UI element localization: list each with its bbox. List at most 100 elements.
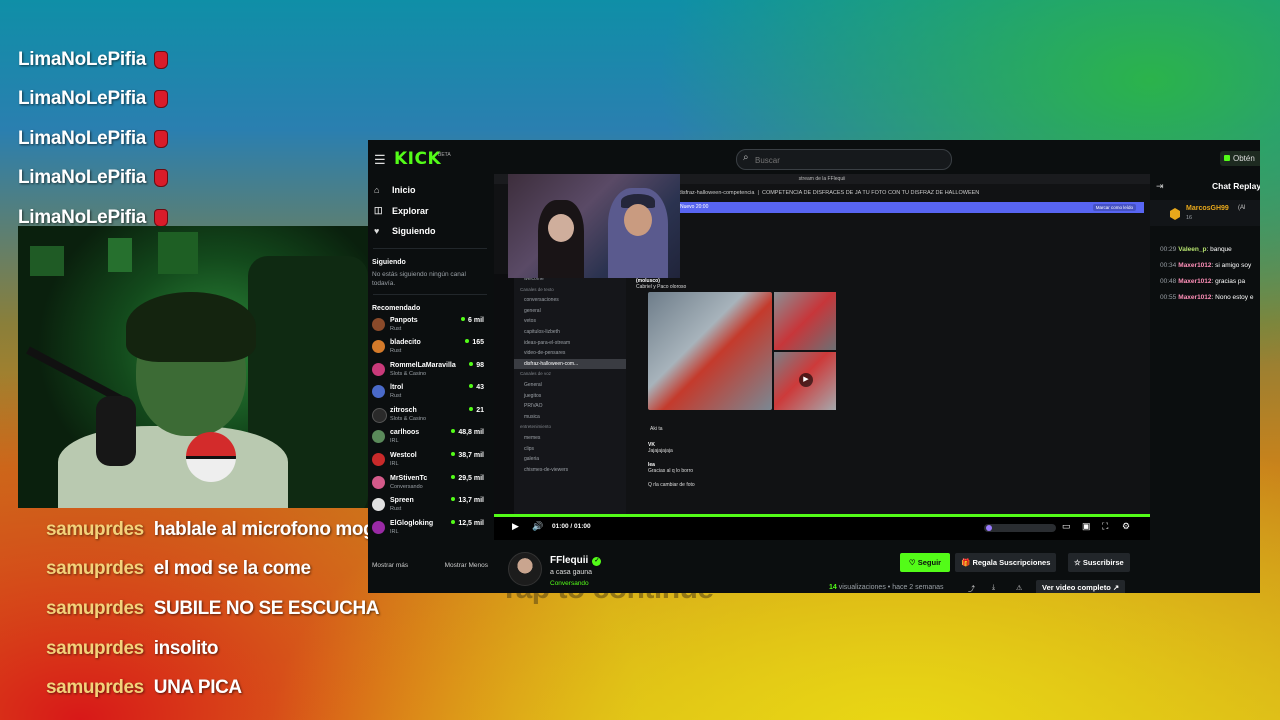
- pinned-extra: (Al: [1238, 205, 1246, 211]
- recommended-channel[interactable]: carlhoos IRL 48,8 mil: [368, 426, 492, 449]
- play-icon[interactable]: ▶: [512, 521, 519, 532]
- nav-item-inicio[interactable]: ⌂ Inicio: [368, 180, 492, 201]
- msg-time: 00:55: [1160, 294, 1177, 301]
- home-icon: ⌂: [374, 185, 380, 196]
- overlay-name-row: LimaNoLePifia: [18, 119, 169, 159]
- search-input[interactable]: [753, 152, 947, 168]
- player-controls: ▶ 🔊 01:00 / 01:00 ▭ ▣ ⛶ ⚙: [494, 518, 1150, 538]
- stream-category[interactable]: Conversando: [550, 580, 589, 587]
- nav-item-explorar[interactable]: ◫ Explorar: [368, 201, 492, 222]
- kick-logo[interactable]: KICK: [394, 149, 441, 169]
- facecam-inset: [508, 174, 680, 278]
- download-icon[interactable]: ⤓: [992, 584, 995, 592]
- full-video-button[interactable]: Ver video completo ↗: [1036, 580, 1126, 593]
- msg-user[interactable]: Valeen_p: [1178, 246, 1206, 253]
- channel-name: Spreen: [390, 497, 414, 505]
- views-meta: 14 visualizaciones • hace 2 semanas: [829, 584, 944, 591]
- lips-emote-icon: [154, 50, 169, 69]
- miniplayer-icon[interactable]: ▣: [1082, 521, 1091, 532]
- overlay-chat-line: samuprdes SUBILE NO SE ESCUCHA: [46, 589, 395, 629]
- lips-emote-icon: [154, 129, 169, 148]
- channel-avatar[interactable]: [508, 552, 542, 586]
- obten-button[interactable]: Obtén: [1220, 151, 1260, 166]
- discord-server-list: [494, 274, 514, 514]
- discord-channel: vetos: [524, 318, 536, 325]
- discord-category: Canales de voz: [520, 371, 552, 377]
- msg-user[interactable]: Maxer1012: [1178, 294, 1211, 301]
- recommended-channel[interactable]: bladecito Rust 165: [368, 336, 492, 359]
- discord-channel-bar: # disfraz-halloween-competencia | COMPET…: [674, 190, 980, 196]
- channel-viewers: 165: [465, 339, 484, 346]
- channel-name[interactable]: FFlequii: [550, 555, 588, 566]
- following-empty-note: No estás siguiendo ningún canal todavía.: [372, 270, 466, 287]
- video-progress-bar[interactable]: [494, 514, 1150, 517]
- theater-mode-icon[interactable]: ▭: [1062, 521, 1071, 532]
- quality-slider[interactable]: [984, 524, 1056, 532]
- channel-category: IRL: [390, 528, 399, 535]
- subscribe-button[interactable]: ☆ Suscribirse: [1068, 553, 1130, 572]
- overlay-username: LimaNoLePifia: [18, 48, 147, 70]
- hamburger-menu-icon[interactable]: ☰: [374, 152, 386, 168]
- nav-divider: [373, 247, 487, 249]
- discord-msg-text: Gracias al q lo borro: [648, 468, 694, 474]
- channel-name: carlhoos: [390, 429, 420, 437]
- recommended-heading: Recomendado: [372, 304, 421, 312]
- recommended-channel[interactable]: ltrol Rust 43: [368, 381, 492, 404]
- nav-divider: [373, 293, 487, 295]
- nav-item-siguiendo[interactable]: ♥ Siguiendo: [368, 221, 492, 242]
- search-bar[interactable]: ⌕: [736, 149, 952, 170]
- channel-viewers: 13,7 mil: [451, 497, 484, 504]
- recommended-channel[interactable]: Spreen Rust 13,7 mil: [368, 494, 492, 517]
- kick-beta-tag: BETA: [438, 152, 451, 158]
- channel-name: Westcol: [390, 452, 417, 460]
- discord-channel: ideas-para-el-stream: [524, 339, 571, 346]
- collapse-chat-icon[interactable]: ⇥: [1156, 181, 1164, 192]
- msg-text: banque: [1210, 246, 1232, 253]
- recommended-channel[interactable]: RommelLaMaravilla Slots & Casino 98: [368, 359, 492, 382]
- channel-avatar: [372, 453, 385, 467]
- channel-name: MrStivenTc: [390, 474, 428, 482]
- video-player[interactable]: stream de la FFlequii # disfraz-hallowee…: [494, 174, 1150, 540]
- report-icon[interactable]: ⚠: [1016, 584, 1022, 592]
- chat-message: insolito: [153, 637, 219, 659]
- msg-time: 00:34: [1160, 262, 1177, 269]
- follow-button[interactable]: ♡ Seguir: [900, 553, 950, 572]
- channel-info-bar: FFlequii ✓ a casa gauna Conversando ♡ Seg…: [494, 540, 1150, 593]
- msg-text: gracias pa: [1215, 278, 1246, 285]
- discord-new-banner: Nuevo 20:00 Marcar como leído: [674, 202, 1144, 213]
- obten-label: Obtén: [1233, 154, 1255, 163]
- channel-viewers: 48,8 mil: [451, 429, 484, 436]
- channel-viewers: 21: [469, 407, 484, 414]
- views-count: 14: [829, 584, 837, 591]
- recommended-channel[interactable]: Westcol IRL 38,7 mil: [368, 449, 492, 472]
- slider-knob[interactable]: [986, 525, 992, 531]
- pinned-gifter: MarcosGH99 16 (Al: [1150, 200, 1260, 226]
- replay-message: 00:48 Maxer1012: gracias pa: [1160, 278, 1246, 285]
- volume-icon[interactable]: 🔊: [532, 521, 543, 532]
- channel-category: IRL: [390, 438, 399, 445]
- share-icon[interactable]: ⤴: [968, 584, 975, 593]
- channel-category: Conversando: [390, 483, 423, 490]
- recommended-channel[interactable]: ElGlogloking IRL 12,5 mil: [368, 517, 492, 540]
- gift-subs-button[interactable]: 🎁 Regala Suscripciones: [955, 553, 1057, 572]
- facecam-person: [608, 188, 668, 278]
- replay-message: 00:55 Maxer1012: Nono estoy e: [1160, 294, 1254, 301]
- discord-msg-text: Cabriel y Paco oloroso: [636, 284, 687, 290]
- show-more-link[interactable]: Mostrar más: [372, 562, 408, 569]
- recommended-channel[interactable]: zitrosch Slots & Casino 21: [368, 404, 492, 427]
- recommended-channel[interactable]: Panpots Rust 6 mil: [368, 314, 492, 337]
- chat-username: samuprdes: [46, 558, 144, 580]
- discord-screen-capture: stream de la FFlequii # disfraz-hallowee…: [494, 174, 1150, 514]
- msg-user[interactable]: Maxer1012: [1178, 278, 1211, 285]
- pinned-username: MarcosGH99: [1186, 205, 1229, 212]
- verified-check-icon: ✓: [592, 557, 602, 566]
- channel-avatar: [372, 475, 385, 489]
- settings-gear-icon[interactable]: ⚙: [1122, 521, 1130, 532]
- recommended-channel[interactable]: MrStivenTc Conversando 29,5 mil: [368, 472, 492, 495]
- chat-username: samuprdes: [46, 597, 144, 619]
- fullscreen-icon[interactable]: ⛶: [1102, 521, 1108, 532]
- channel-name: RommelLaMaravilla: [390, 361, 456, 369]
- msg-user[interactable]: Maxer1012: [1178, 262, 1211, 269]
- chat-message: UNA PICA: [153, 677, 242, 699]
- show-less-link[interactable]: Mostrar Menos: [445, 562, 488, 569]
